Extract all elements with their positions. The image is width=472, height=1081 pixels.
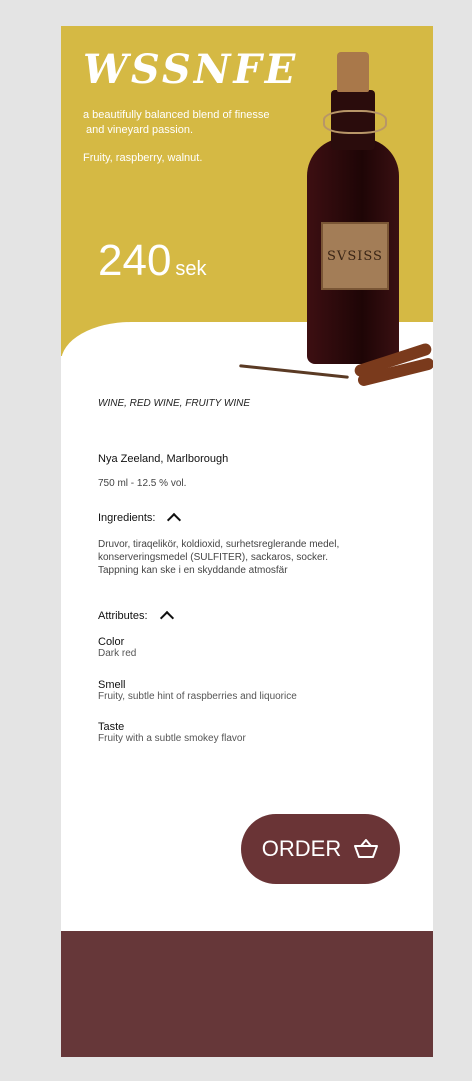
attributes-title: Attributes: (98, 609, 148, 622)
product-category: WINE, RED WINE, FRUITY WINE (98, 398, 251, 409)
attribute-color: Color Dark red (98, 636, 136, 659)
product-volume: 750 ml - 12.5 % vol. (98, 478, 187, 489)
attribute-taste: Taste Fruity with a subtle smokey flavor (98, 721, 246, 744)
basket-icon (354, 839, 379, 858)
order-button[interactable]: ORDER (241, 814, 400, 884)
ingredients-title: Ingredients: (98, 511, 156, 524)
attribute-name: Color (98, 636, 125, 648)
attributes-toggle[interactable]: Attributes: (98, 608, 174, 626)
product-card: WSSNFE a beautifully balanced blend of f… (61, 26, 433, 1057)
attribute-value: Dark red (98, 648, 137, 659)
chevron-up-icon[interactable] (167, 512, 182, 528)
attribute-name: Smell (98, 679, 126, 691)
bottle-label: SVSISS (321, 222, 389, 290)
chevron-up-icon[interactable] (159, 610, 174, 626)
ingredients-line: konserveringsmedel (SULFITER), sackaros,… (98, 552, 329, 563)
attribute-name: Taste (98, 721, 125, 733)
ingredients-line: Druvor, tiraqelikör, koldioxid, surhetsr… (98, 539, 340, 550)
price: 240 sek (98, 236, 207, 286)
attribute-smell: Smell Fruity, subtle hint of raspberries… (98, 679, 297, 702)
attribute-value: Fruity, subtle hint of raspberries and l… (98, 691, 297, 702)
product-region: Nya Zeeland, Marlborough (98, 453, 229, 465)
price-currency: sek (175, 258, 207, 280)
bottle-image: SVSISS (237, 52, 433, 388)
ingredients-toggle[interactable]: Ingredients: (98, 510, 182, 528)
attribute-value: Fruity with a subtle smokey flavor (98, 733, 246, 744)
flavor-notes: Fruity, raspberry, walnut. (83, 152, 203, 164)
ingredients-text: Druvor, tiraqelikör, koldioxid, surhetsr… (98, 538, 378, 577)
twine (323, 110, 387, 134)
cork (337, 52, 369, 92)
order-label: ORDER (261, 836, 342, 861)
price-value: 240 (98, 236, 172, 285)
ingredients-line: Tappning kan ske i en skyddande atmosfär (98, 565, 288, 576)
footer (61, 931, 433, 1057)
